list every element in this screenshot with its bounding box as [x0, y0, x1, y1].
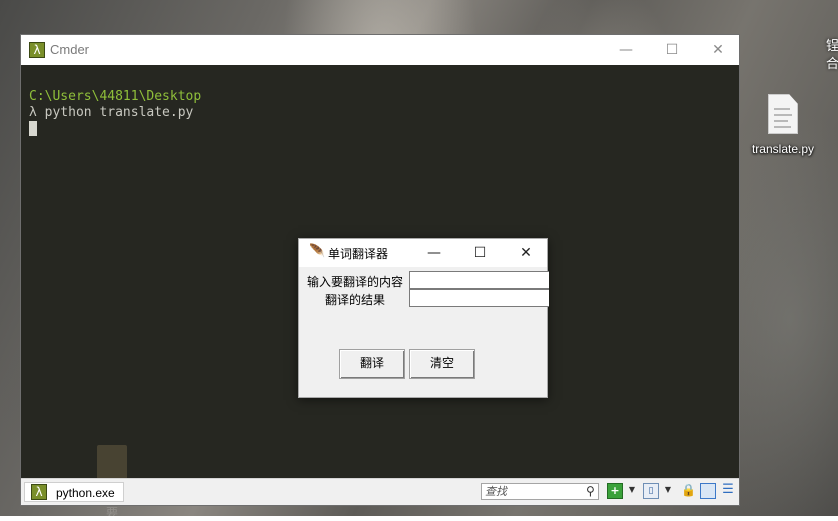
panel-toggle-icon[interactable] — [700, 483, 716, 499]
task-tab-label: python.exe — [56, 486, 115, 500]
dialog-title: 单词翻译器 — [328, 247, 389, 261]
split-view-dropdown-icon[interactable]: ▼ — [661, 483, 675, 497]
translator-dialog: 🪶 单词翻译器 — ☐ ✕ 输入要翻译的内容 翻译的结果 翻译 清空 — [298, 238, 549, 398]
task-lambda-icon: λ — [31, 484, 47, 500]
clear-button[interactable]: 清空 — [409, 349, 475, 379]
cmder-minimize-button[interactable]: — — [603, 35, 649, 65]
new-console-dropdown-icon[interactable]: ▼ — [625, 483, 639, 497]
split-view-icon[interactable]: ▯ — [643, 483, 659, 499]
cmder-statusbar: λ python.exe 查找 ⚲ + ▼ ▯ ▼ 🔒 ☰ — [21, 478, 739, 505]
result-label: 翻译的结果 — [325, 293, 386, 307]
feather-icon: 🪶 — [309, 244, 326, 259]
cmder-maximize-button[interactable]: ☐ — [649, 35, 695, 65]
terminal-path: C:\Users\44811\Desktop — [29, 89, 202, 104]
desktop: 锃 合 translate.py λ Cmder — ☐ ✕ C:\Users\… — [0, 0, 838, 520]
cmder-title: Cmder — [50, 42, 90, 57]
faded-folder-icon — [97, 445, 127, 481]
menu-list-icon[interactable]: ☰ — [721, 483, 735, 497]
edge-text-line-2: 合 — [826, 57, 838, 72]
cmder-titlebar[interactable]: λ Cmder — ☐ ✕ — [21, 35, 739, 65]
cmder-close-button[interactable]: ✕ — [695, 35, 741, 65]
new-console-icon[interactable]: + — [607, 483, 623, 499]
task-tab-python[interactable]: λ python.exe — [24, 482, 124, 502]
dialog-minimize-button[interactable]: — — [411, 239, 457, 267]
edge-text-line-1: 锃 — [826, 39, 838, 54]
dialog-titlebar[interactable]: 🪶 单词翻译器 — ☐ ✕ — [299, 239, 547, 267]
cmder-lambda-icon: λ — [29, 42, 45, 58]
terminal-command: λ python translate.py — [29, 105, 194, 120]
search-icon[interactable]: ⚲ — [586, 484, 595, 498]
desktop-edge-label: 锃 合 — [826, 38, 838, 74]
result-output[interactable] — [409, 289, 549, 307]
translate-button[interactable]: 翻译 — [339, 349, 405, 379]
desktop-file-translate-py[interactable]: translate.py — [748, 94, 818, 156]
input-label: 输入要翻译的内容 — [307, 275, 404, 289]
dialog-maximize-button[interactable]: ☐ — [457, 239, 503, 267]
python-file-icon — [768, 94, 798, 134]
dialog-close-button[interactable]: ✕ — [503, 239, 549, 267]
lock-icon[interactable]: 🔒 — [681, 483, 696, 497]
search-input[interactable]: 查找 — [481, 483, 599, 500]
translate-input[interactable] — [409, 271, 549, 289]
desktop-file-label: translate.py — [751, 142, 815, 156]
terminal-cursor — [29, 121, 37, 136]
